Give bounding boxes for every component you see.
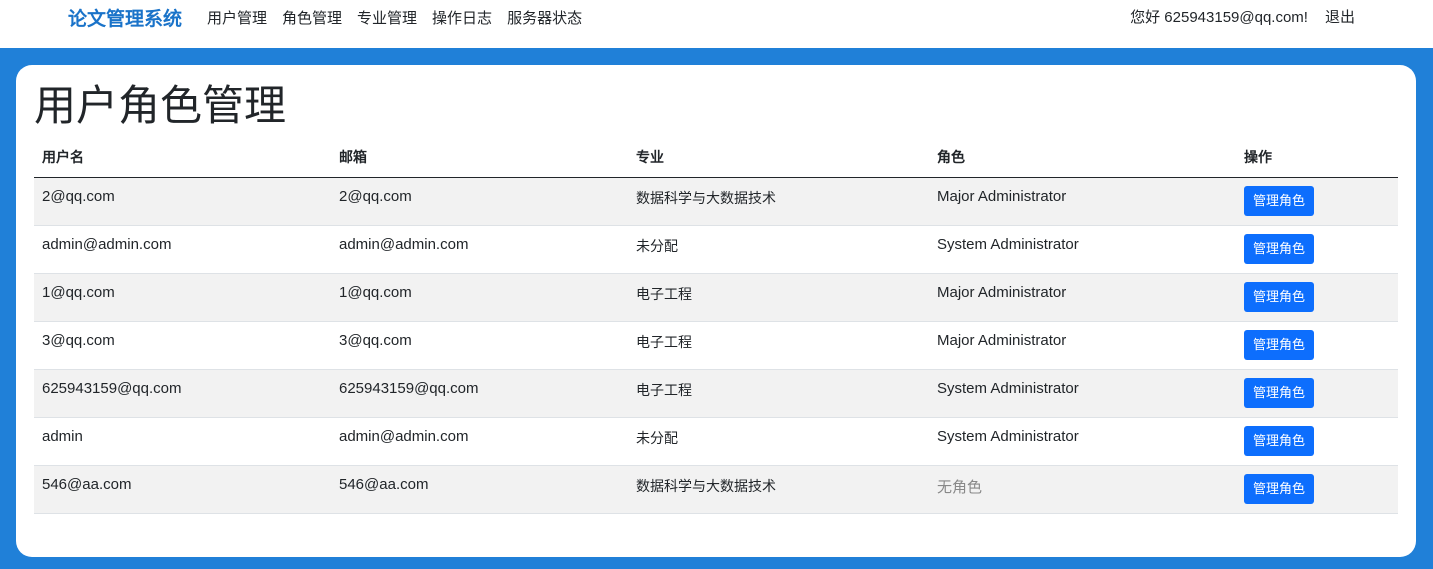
cell-email: 3@qq.com <box>331 321 628 370</box>
user-greeting: 您好 625943159@qq.com! <box>1130 9 1308 26</box>
header-role: 角色 <box>929 137 1236 178</box>
cell-major: 数据科学与大数据技术 <box>628 177 929 226</box>
user-role-table: 用户名 邮箱 专业 角色 操作 2@qq.com 2@qq.com 数据科学与大… <box>34 137 1398 514</box>
table-row: 625943159@qq.com 625943159@qq.com 电子工程 S… <box>34 369 1398 418</box>
nav-links: 用户管理 角色管理 专业管理 操作日志 服务器状态 <box>207 8 597 30</box>
cell-action: 管理角色 <box>1236 225 1398 274</box>
manage-role-button[interactable]: 管理角色 <box>1244 185 1315 216</box>
header-action: 操作 <box>1236 137 1398 178</box>
logout-link[interactable]: 退出 <box>1325 7 1355 29</box>
manage-role-button[interactable]: 管理角色 <box>1244 329 1315 360</box>
table-row: admin admin@admin.com 未分配 System Adminis… <box>34 417 1398 466</box>
content-card: 用户角色管理 用户名 邮箱 专业 角色 操作 2@qq.com 2@qq.com… <box>16 65 1416 557</box>
cell-email: admin@admin.com <box>331 417 628 466</box>
table-row: admin@admin.com admin@admin.com 未分配 Syst… <box>34 225 1398 274</box>
cell-action: 管理角色 <box>1236 321 1398 370</box>
cell-major: 未分配 <box>628 417 929 466</box>
nav-link-users[interactable]: 用户管理 <box>207 8 267 30</box>
manage-role-button[interactable]: 管理角色 <box>1244 377 1315 408</box>
cell-email: 2@qq.com <box>331 177 628 226</box>
cell-role: System Administrator <box>929 369 1236 418</box>
cell-role: System Administrator <box>929 417 1236 466</box>
cell-action: 管理角色 <box>1236 465 1398 514</box>
cell-role: Major Administrator <box>929 321 1236 370</box>
cell-username: 546@aa.com <box>34 465 331 514</box>
cell-email: 1@qq.com <box>331 273 628 322</box>
cell-email: admin@admin.com <box>331 225 628 274</box>
cell-role: System Administrator <box>929 225 1236 274</box>
cell-major: 电子工程 <box>628 321 929 370</box>
page-title: 用户角色管理 <box>34 82 287 129</box>
nav-link-logs[interactable]: 操作日志 <box>432 8 492 30</box>
cell-role: Major Administrator <box>929 177 1236 226</box>
cell-major: 电子工程 <box>628 273 929 322</box>
header-major: 专业 <box>628 137 929 178</box>
header-email: 邮箱 <box>331 137 628 178</box>
cell-action: 管理角色 <box>1236 273 1398 322</box>
cell-username: admin@admin.com <box>34 225 331 274</box>
manage-role-button[interactable]: 管理角色 <box>1244 425 1315 456</box>
navbar: 论文管理系统 用户管理 角色管理 专业管理 操作日志 服务器状态 您好 6259… <box>0 0 1433 48</box>
cell-role: 无角色 <box>929 465 1236 514</box>
nav-link-server-status[interactable]: 服务器状态 <box>507 8 582 30</box>
cell-username: 625943159@qq.com <box>34 369 331 418</box>
cell-email: 625943159@qq.com <box>331 369 628 418</box>
manage-role-button[interactable]: 管理角色 <box>1244 233 1315 264</box>
cell-username: 3@qq.com <box>34 321 331 370</box>
cell-action: 管理角色 <box>1236 369 1398 418</box>
nav-link-roles[interactable]: 角色管理 <box>282 8 342 30</box>
header-username: 用户名 <box>34 137 331 178</box>
cell-major: 未分配 <box>628 225 929 274</box>
cell-username: 1@qq.com <box>34 273 331 322</box>
table-row: 546@aa.com 546@aa.com 数据科学与大数据技术 无角色 管理角… <box>34 465 1398 514</box>
brand-logo[interactable]: 论文管理系统 <box>68 8 182 32</box>
table-header-row: 用户名 邮箱 专业 角色 操作 <box>34 137 1398 178</box>
user-area: 您好 625943159@qq.com! 退出 <box>1130 7 1355 29</box>
cell-action: 管理角色 <box>1236 177 1398 226</box>
cell-username: 2@qq.com <box>34 177 331 226</box>
table-row: 3@qq.com 3@qq.com 电子工程 Major Administrat… <box>34 321 1398 370</box>
manage-role-button[interactable]: 管理角色 <box>1244 281 1315 312</box>
cell-role: Major Administrator <box>929 273 1236 322</box>
cell-major: 电子工程 <box>628 369 929 418</box>
table-row: 1@qq.com 1@qq.com 电子工程 Major Administrat… <box>34 273 1398 322</box>
manage-role-button[interactable]: 管理角色 <box>1244 473 1315 504</box>
cell-action: 管理角色 <box>1236 417 1398 466</box>
cell-major: 数据科学与大数据技术 <box>628 465 929 514</box>
nav-link-majors[interactable]: 专业管理 <box>357 8 417 30</box>
cell-email: 546@aa.com <box>331 465 628 514</box>
table-row: 2@qq.com 2@qq.com 数据科学与大数据技术 Major Admin… <box>34 177 1398 226</box>
cell-username: admin <box>34 417 331 466</box>
